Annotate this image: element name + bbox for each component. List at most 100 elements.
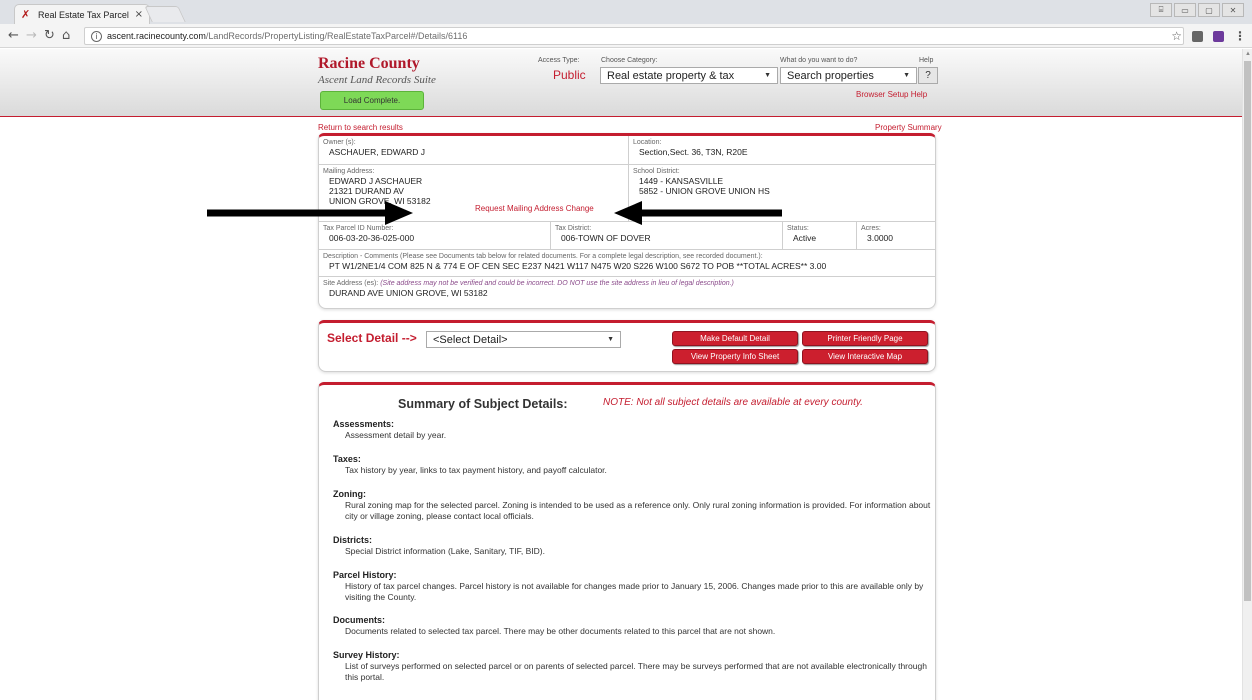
detail-item: Documents: Documents related to selected… — [333, 615, 933, 637]
detail-desc: Tax history by year, links to tax paymen… — [345, 465, 607, 475]
summary-title: Summary of Subject Details: — [398, 397, 568, 411]
help-label: Help — [919, 57, 934, 64]
chevron-down-icon: ▼ — [607, 336, 614, 343]
mailing-label: Mailing Address: — [323, 168, 375, 175]
profile-icon[interactable]: ⌸ — [1150, 3, 1172, 17]
detail-title: Taxes: — [333, 454, 361, 464]
detail-title: Zoning: — [333, 489, 366, 499]
action-label: What do you want to do? — [780, 57, 858, 64]
tab-close-icon[interactable]: × — [135, 9, 143, 20]
acres-label: Acres: — [861, 225, 881, 232]
detail-item: Survey History: List of surveys performe… — [333, 650, 933, 683]
url-host: ascent.racinecounty.com — [107, 31, 206, 41]
owner-cell: Owner (s): ASCHAUER, EDWARD J — [319, 136, 629, 165]
info-icon[interactable]: i — [91, 30, 102, 42]
select-detail-value: <Select Detail> — [433, 333, 508, 346]
chevron-down-icon: ▼ — [903, 72, 910, 79]
detail-item: Taxes: Tax history by year, links to tax… — [333, 454, 933, 476]
school-label: School District: — [633, 168, 680, 175]
select-detail-label: Select Detail --> — [327, 331, 417, 345]
scroll-up-icon[interactable]: ▲ — [1245, 51, 1251, 57]
detail-item: Districts: Special District information … — [333, 535, 933, 557]
mailing-line: EDWARD J ASCHAUER — [329, 176, 423, 186]
browser-menu-icon[interactable]: ⋮ — [1234, 29, 1246, 43]
owner-value: ASCHAUER, EDWARD J — [329, 147, 426, 157]
return-to-search-link[interactable]: Return to search results — [318, 123, 403, 132]
left-arrow-annotation — [614, 201, 782, 225]
right-arrow-annotation — [207, 201, 413, 225]
close-window-icon[interactable]: ✕ — [1222, 3, 1244, 17]
detail-desc: Rural zoning map for the selected parcel… — [345, 500, 931, 521]
detail-title: Assessments: — [333, 419, 395, 429]
detail-title: Parcel History: — [333, 570, 397, 580]
minimize-icon[interactable]: ▭ — [1174, 3, 1196, 17]
detail-item: Zoning: Rural zoning map for the selecte… — [333, 489, 933, 522]
detail-desc: Documents related to selected tax parcel… — [345, 626, 776, 636]
request-mailing-change-link[interactable]: Request Mailing Address Change — [475, 204, 594, 213]
view-interactive-map-button[interactable]: View Interactive Map — [802, 349, 928, 364]
browser-setup-help-link[interactable]: Browser Setup Help — [856, 90, 927, 99]
onenote-extension-icon[interactable] — [1213, 30, 1224, 42]
category-select[interactable]: Real estate property & tax ▼ — [600, 67, 778, 84]
detail-title: Survey History: — [333, 650, 400, 660]
chevron-down-icon: ▼ — [764, 72, 771, 79]
description-label: Description - Comments (Please see Docum… — [323, 253, 763, 260]
restore-icon[interactable]: ▢ — [1198, 3, 1220, 17]
mailing-line: 21321 DURAND AV — [329, 186, 404, 196]
parcel-id-value: 006-03-20-36-025-000 — [329, 233, 415, 243]
browser-toolbar: ← → ↻ ⌂ i ascent.racinecounty.com/LandRe… — [0, 24, 1252, 48]
browser-tab[interactable]: ✗ Real Estate Tax Parcel × — [14, 4, 150, 24]
detail-desc: Assessment detail by year. — [345, 430, 447, 440]
view-property-info-sheet-button[interactable]: View Property Info Sheet — [672, 349, 798, 364]
brand: Racine County Ascent Land Records Suite — [318, 55, 436, 86]
window-controls: ⌸ ▭ ▢ ✕ — [1150, 3, 1244, 17]
tab-title: Real Estate Tax Parcel — [38, 9, 129, 20]
brand-subtitle: Ascent Land Records Suite — [318, 74, 436, 86]
forward-arrow-icon[interactable]: → — [26, 28, 37, 43]
url-text: ascent.racinecounty.com/LandRecords/Prop… — [107, 31, 467, 41]
detail-item: Parcel History: History of tax parcel ch… — [333, 570, 933, 603]
url-path: /LandRecords/PropertyListing/RealEstateT… — [205, 31, 468, 41]
home-icon[interactable]: ⌂ — [62, 28, 70, 43]
select-detail-dropdown[interactable]: <Select Detail> ▼ — [426, 331, 621, 348]
action-select[interactable]: Search properties ▼ — [780, 67, 917, 84]
location-label: Location: — [633, 139, 662, 146]
detail-title: Documents: — [333, 615, 386, 625]
school-line: 1449 - KANSASVILLE — [639, 176, 724, 186]
owner-label: Owner (s): — [323, 139, 356, 146]
location-value: Section,Sect. 36, T3N, R20E — [639, 147, 748, 157]
status-label: Status: — [787, 225, 809, 232]
scroll-thumb[interactable] — [1244, 61, 1251, 601]
brand-title: Racine County — [318, 55, 420, 72]
category-label: Choose Category: — [601, 57, 658, 64]
detail-title: Districts: — [333, 535, 373, 545]
reload-icon[interactable]: ↻ — [44, 28, 55, 43]
access-type-value: Public — [553, 68, 586, 82]
back-arrow-icon[interactable]: ← — [8, 28, 19, 43]
detail-desc: List of surveys performed on selected pa… — [345, 661, 927, 682]
status-cell: Status: Active — [783, 222, 857, 250]
acres-value: 3.0000 — [867, 233, 893, 243]
new-tab-button[interactable] — [144, 6, 186, 22]
description-cell: Description - Comments (Please see Docum… — [319, 250, 935, 277]
summary-note: NOTE: Not all subject details are availa… — [603, 397, 863, 408]
printer-friendly-page-button[interactable]: Printer Friendly Page — [802, 331, 928, 346]
page-scrollbar[interactable]: ▲ — [1242, 49, 1252, 700]
property-summary-link[interactable]: Property Summary — [875, 123, 942, 132]
status-value: Active — [793, 233, 817, 243]
make-default-detail-button[interactable]: Make Default Detail — [672, 331, 798, 346]
extension-icon[interactable] — [1192, 30, 1203, 42]
detail-desc: History of tax parcel changes. Parcel hi… — [345, 581, 924, 602]
site-address-cell: Site Address (es): (Site address may not… — [319, 277, 935, 306]
tax-district-value: 006-TOWN OF DOVER — [561, 233, 651, 243]
detail-item: Assessments: Assessment detail by year. — [333, 419, 933, 441]
site-address-value: DURAND AVE UNION GROVE, WI 53182 — [329, 288, 488, 298]
address-bar[interactable]: i ascent.racinecounty.com/LandRecords/Pr… — [84, 27, 1184, 45]
detail-desc: Special District information (Lake, Sani… — [345, 546, 545, 556]
select-detail-panel — [318, 320, 936, 372]
bookmark-star-icon[interactable]: ☆ — [1171, 29, 1182, 43]
help-button[interactable]: ? — [918, 67, 938, 84]
site-address-note: (Site address may not be verified and co… — [380, 280, 734, 287]
action-select-value: Search properties — [787, 69, 874, 82]
load-status: Load Complete. — [320, 91, 424, 110]
